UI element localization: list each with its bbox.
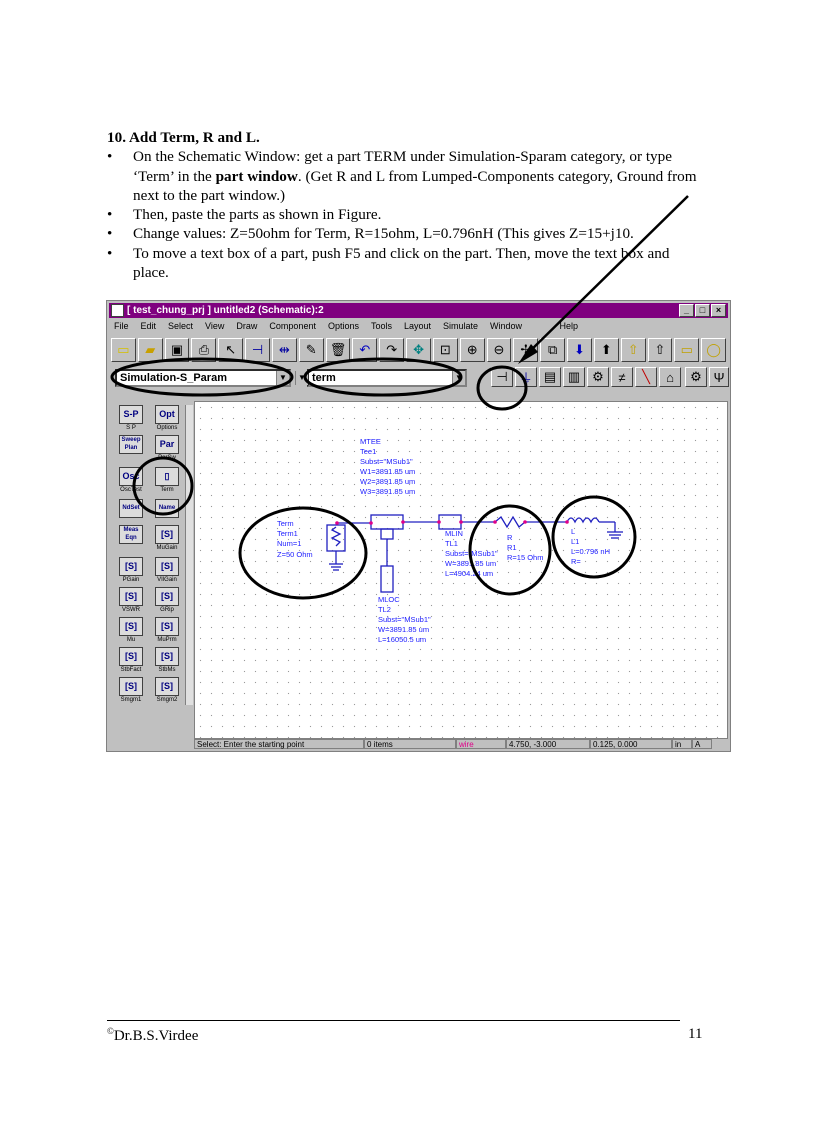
annotation-circle-ground [476, 365, 528, 411]
annotation-circle-category [110, 357, 294, 397]
copyright-symbol: © [107, 1026, 114, 1036]
annotation-circle-term [238, 506, 368, 600]
annotation-circle-term-palette [132, 456, 194, 516]
footer-author: ©Dr.B.S.Virdee [107, 1026, 198, 1045]
page-number: 11 [688, 1026, 703, 1042]
annotation-circle-inductor [551, 495, 637, 579]
annotation-circle-part-window [303, 357, 463, 397]
author-name: Dr.B.S.Virdee [113, 1028, 199, 1044]
annotation-arrow [524, 195, 689, 357]
annotation-circle-resistor [468, 504, 552, 596]
annotation-overlay [110, 195, 689, 600]
footer-rule [107, 1020, 680, 1021]
